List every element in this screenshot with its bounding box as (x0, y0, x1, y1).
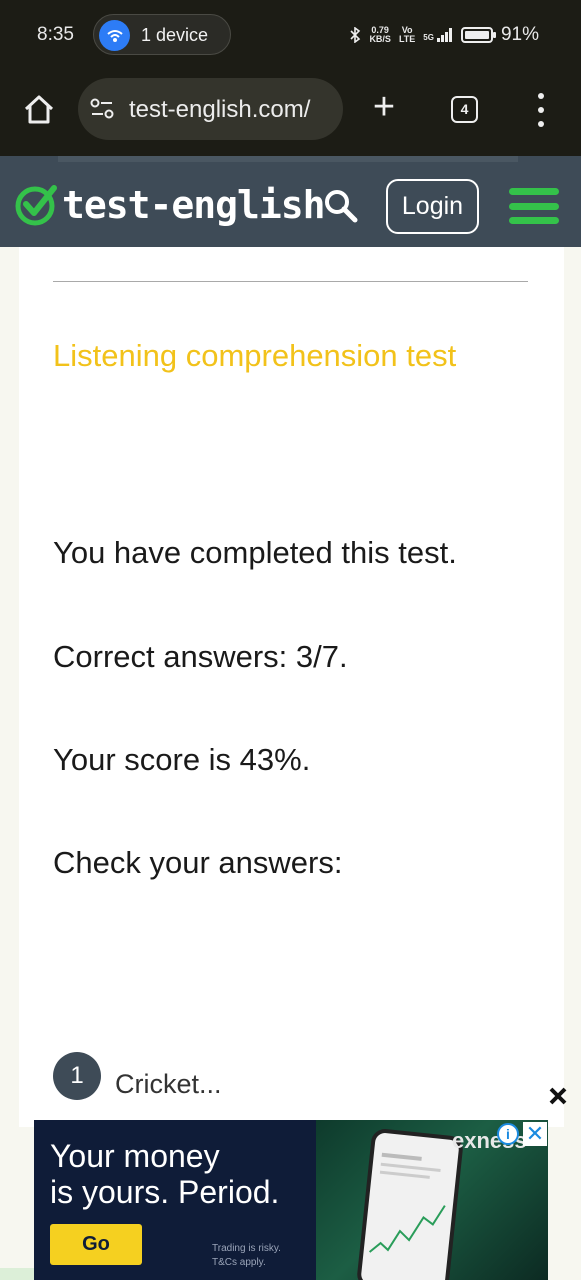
test-title: Listening comprehension test (53, 338, 457, 373)
connected-devices-pill[interactable]: 1 device (93, 14, 231, 55)
header-shadow (58, 156, 518, 162)
correct-answers: Correct answers: 3/7. (53, 639, 348, 674)
question-text: Cricket... (115, 1069, 222, 1099)
site-settings-icon[interactable] (90, 98, 114, 120)
ad-info-icon[interactable]: i (497, 1123, 519, 1145)
status-time: 8:35 (37, 24, 74, 45)
battery-icon (460, 27, 496, 43)
close-icon (549, 1087, 567, 1105)
bottom-edge (0, 1268, 34, 1280)
ad-dismiss-button[interactable] (546, 1084, 570, 1108)
phone-image-icon (355, 1127, 465, 1280)
browser-toolbar: test-english.com/ + 4 (0, 70, 581, 156)
tab-switcher-button[interactable]: 4 (451, 96, 478, 123)
connected-devices-label: 1 device (141, 25, 209, 45)
question-number-badge: 1 (53, 1052, 101, 1100)
content-divider (53, 281, 528, 282)
ad-headline: Your money is yours. Period. (50, 1138, 280, 1210)
signal-bars-icon (436, 28, 452, 42)
site-logo[interactable]: test-english (14, 182, 326, 228)
address-bar[interactable]: test-english.com/ (78, 78, 343, 140)
home-button[interactable] (22, 92, 56, 126)
browser-menu-button[interactable] (533, 93, 549, 127)
menu-dot-icon (538, 107, 544, 113)
bluetooth-icon (350, 27, 361, 43)
completion-message: You have completed this test. (53, 535, 457, 570)
home-icon (24, 95, 54, 124)
hamburger-bar-icon (509, 188, 559, 195)
menu-dot-icon (538, 121, 544, 127)
battery-percent: 91% (500, 24, 539, 45)
check-answers-heading: Check your answers: (53, 845, 343, 880)
ad-banner[interactable]: Your money is yours. Period. Go Trading … (34, 1120, 548, 1280)
checkmark-logo-icon (15, 185, 57, 226)
volte-indicator: Vo LTE (398, 25, 416, 44)
ad-go-button[interactable]: Go (50, 1224, 142, 1265)
site-menu-button[interactable] (509, 188, 559, 224)
hotspot-icon (99, 20, 130, 51)
site-search-button[interactable] (323, 188, 359, 224)
url-text: test-english.com/ (129, 96, 311, 123)
search-icon (325, 190, 358, 223)
status-indicators: 0.79 KB/S Vo LTE 5G 91% (349, 24, 539, 46)
score-text: Your score is 43%. (53, 742, 311, 777)
hamburger-bar-icon (509, 217, 559, 224)
hamburger-bar-icon (509, 202, 559, 210)
status-bar: 8:35 1 device 0.79 KB/S Vo LTE 5G 91% (0, 0, 581, 70)
new-tab-button[interactable]: + (368, 88, 400, 126)
login-button[interactable]: Login (386, 179, 479, 234)
menu-dot-icon (538, 93, 544, 99)
ad-disclaimer: Trading is risky. T&Cs apply. (212, 1243, 281, 1268)
logo-text: test-english (62, 183, 326, 227)
signal-indicator: 5G (423, 28, 453, 42)
ad-close-icon[interactable]: ✕ (523, 1122, 547, 1146)
content-card (19, 247, 564, 1127)
network-speed: 0.79 KB/S (369, 25, 391, 44)
